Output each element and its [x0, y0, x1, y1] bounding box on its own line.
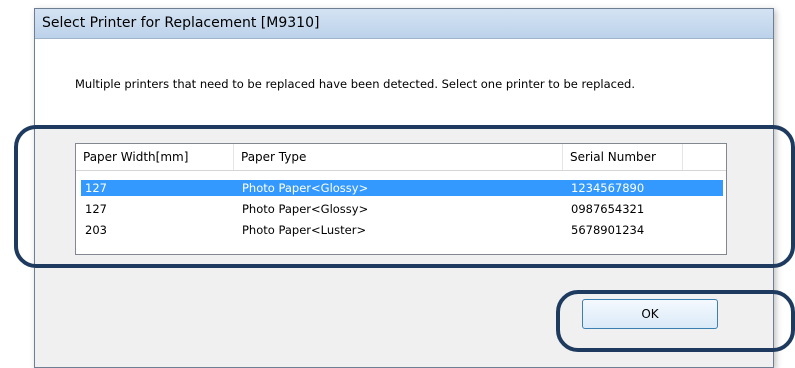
cell-paper-width: 203 — [85, 223, 107, 237]
ok-button[interactable]: OK — [582, 299, 718, 329]
cell-serial-number: 5678901234 — [571, 223, 645, 237]
instruction-message: Multiple printers that need to be replac… — [75, 77, 635, 91]
dialog-title: Select Printer for Replacement [M9310] — [42, 15, 320, 31]
cell-paper-type: Photo Paper<Luster> — [242, 223, 367, 237]
column-header-paper-type[interactable]: Paper Type — [234, 144, 563, 170]
cell-paper-width: 127 — [85, 202, 107, 216]
message-panel: Multiple printers that need to be replac… — [35, 39, 773, 128]
printer-list[interactable]: Paper Width[mm] Paper Type Serial Number… — [75, 143, 727, 255]
cell-serial-number: 1234567890 — [571, 181, 645, 195]
cell-paper-type: Photo Paper<Glossy> — [242, 181, 369, 195]
cell-paper-width: 127 — [85, 181, 107, 195]
list-header: Paper Width[mm] Paper Type Serial Number — [76, 144, 726, 171]
list-row[interactable]: 127 Photo Paper<Glossy> 0987654321 — [81, 201, 723, 217]
column-header-serial-number[interactable]: Serial Number — [563, 144, 683, 170]
cell-paper-type: Photo Paper<Glossy> — [242, 202, 369, 216]
list-row[interactable]: 203 Photo Paper<Luster> 5678901234 — [81, 222, 723, 238]
title-bar[interactable]: Select Printer for Replacement [M9310] — [35, 9, 773, 39]
cell-serial-number: 0987654321 — [571, 202, 645, 216]
column-header-paper-width[interactable]: Paper Width[mm] — [76, 144, 234, 170]
list-row[interactable]: 127 Photo Paper<Glossy> 1234567890 — [81, 180, 723, 196]
